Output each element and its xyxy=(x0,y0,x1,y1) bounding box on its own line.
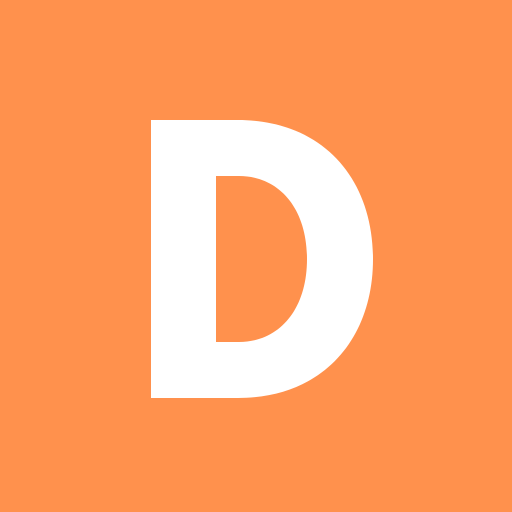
letter-d-logo-icon xyxy=(151,120,373,398)
letter-d-glyph xyxy=(151,120,373,398)
app-icon-tile xyxy=(0,0,512,512)
